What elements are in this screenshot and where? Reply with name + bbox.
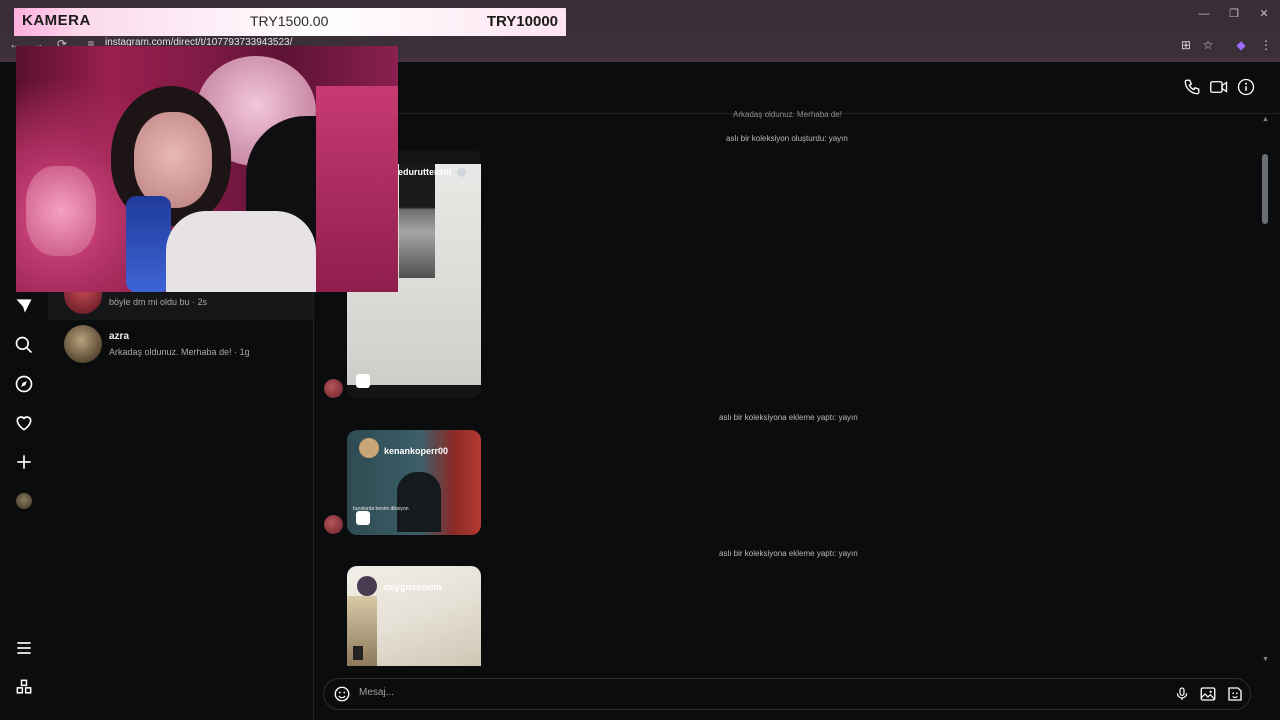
messages-icon[interactable] [14, 296, 34, 316]
blue-hair [126, 196, 171, 292]
conversation-name: azra [109, 331, 130, 342]
post-user-avatar [359, 438, 379, 458]
post-figure [399, 164, 435, 278]
shared-post-card[interactable]: kenankoperr00 buralarda benim diksiyon [347, 430, 481, 535]
donation-goal-bar: KAMERA TRY1500.00 TRY10000 [14, 8, 566, 36]
webcam-overlay [16, 46, 398, 292]
post-username: edurutteкstil [398, 167, 452, 177]
conversation-avatar-azra [64, 325, 102, 363]
profile-avatar[interactable] [16, 493, 32, 509]
scroll-down-icon[interactable]: ▼ [1262, 656, 1269, 663]
menu-icon[interactable] [14, 638, 34, 658]
browser-menu-icon[interactable]: ⋮ [1257, 36, 1275, 54]
heart-icon[interactable] [14, 413, 34, 433]
goal-current-amount: TRY1500.00 [250, 13, 329, 29]
post-username: kenankoperr00 [384, 446, 449, 456]
conversation-preview: Arkadaş oldunuz. Merhaba de! · 1g [109, 347, 250, 357]
sender-avatar [324, 515, 343, 534]
search-icon[interactable] [14, 335, 34, 355]
post-username: duygussevim [384, 582, 442, 592]
post-user-avatar [357, 576, 377, 596]
play-icon [356, 374, 370, 388]
bookmark-star-icon[interactable]: ☆ [1199, 36, 1217, 54]
info-icon[interactable] [1237, 78, 1255, 96]
scroll-up-icon[interactable]: ▲ [1262, 116, 1269, 123]
image-icon[interactable] [1199, 685, 1217, 703]
sticker-icon[interactable] [1226, 685, 1244, 703]
heart-pillow [26, 166, 96, 256]
shirt [166, 211, 316, 292]
conversation-preview: böyle dm mi oldu bu · 2s [109, 297, 208, 307]
system-message: aslı bir koleksiyona ekleme yaptı: yayın [719, 413, 858, 422]
message-input-box[interactable]: Mesaj... [323, 678, 1251, 710]
microphone-icon[interactable] [1174, 685, 1190, 703]
post-figure [397, 472, 441, 532]
create-plus-icon[interactable] [14, 452, 34, 472]
threads-more-icon[interactable] [14, 677, 34, 697]
system-message: aslı bir koleksiyon oluşturdu: yayın [726, 134, 848, 143]
message-input[interactable]: Mesaj... [359, 687, 394, 698]
system-message: Arkadaş oldunuz. Merhaba de! [733, 110, 842, 119]
close-window-icon[interactable]: ✕ [1254, 6, 1274, 22]
explore-icon[interactable] [14, 374, 34, 394]
system-message: aslı bir koleksiyona ekleme yaptı: yayın [719, 549, 858, 558]
goal-target-amount: TRY10000 [486, 13, 558, 30]
shared-post-card[interactable]: duygussevim [347, 566, 481, 666]
video-icon[interactable] [1209, 78, 1229, 96]
play-icon [356, 511, 370, 525]
phone-icon[interactable] [1183, 78, 1201, 96]
verified-icon [457, 168, 466, 177]
minimize-icon[interactable]: — [1194, 6, 1214, 22]
face [134, 112, 212, 208]
sender-avatar [324, 379, 343, 398]
extension-icon[interactable]: ◆ [1232, 36, 1250, 54]
goal-label: KAMERA [22, 12, 91, 29]
install-app-icon[interactable]: ⊞ [1177, 36, 1195, 54]
post-object [353, 646, 363, 660]
scrollbar-thumb[interactable] [1262, 154, 1268, 224]
restore-icon[interactable]: ❐ [1224, 6, 1244, 22]
emoji-icon[interactable] [333, 685, 351, 703]
